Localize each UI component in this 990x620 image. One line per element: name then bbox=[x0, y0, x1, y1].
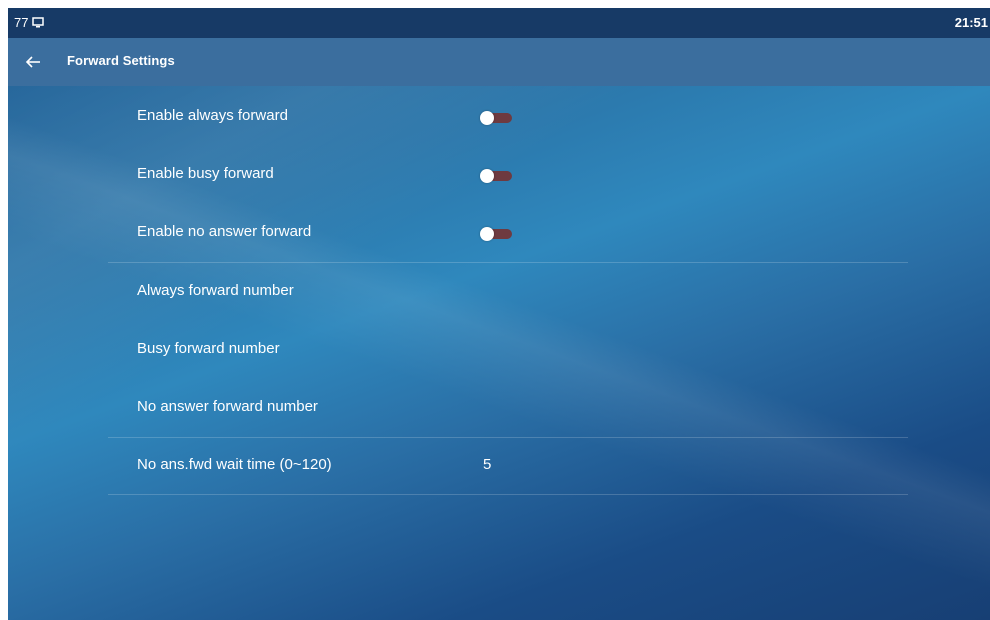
clock: 21:51 bbox=[954, 15, 988, 30]
status-bar: 77 21:51 bbox=[8, 8, 990, 38]
status-left: 77 bbox=[14, 15, 45, 30]
wait-time-value[interactable]: 5 bbox=[483, 456, 491, 473]
title-bar: Forward Settings bbox=[8, 38, 990, 86]
monitor-icon bbox=[32, 17, 45, 28]
screen: 77 21:51 Forward Settings Enable always … bbox=[8, 8, 990, 620]
always-forward-toggle[interactable] bbox=[480, 111, 512, 125]
setting-label: No answer forward number bbox=[137, 398, 318, 415]
device-frame: 77 21:51 Forward Settings Enable always … bbox=[0, 0, 990, 620]
setting-row-enable-no-answer-forward[interactable]: Enable no answer forward bbox=[108, 205, 908, 263]
setting-label: Busy forward number bbox=[137, 340, 280, 357]
busy-forward-toggle[interactable] bbox=[480, 169, 512, 183]
section-divider bbox=[108, 494, 908, 495]
setting-label: Always forward number bbox=[137, 282, 294, 299]
setting-row-enable-busy-forward[interactable]: Enable busy forward bbox=[108, 147, 908, 205]
setting-label: Enable busy forward bbox=[137, 165, 274, 182]
setting-label: No ans.fwd wait time (0~120) bbox=[137, 456, 332, 473]
back-arrow-icon[interactable] bbox=[24, 53, 42, 71]
setting-row-no-ans-fwd-wait-time[interactable]: No ans.fwd wait time (0~120) 5 bbox=[108, 438, 908, 496]
setting-label: Enable no answer forward bbox=[137, 223, 312, 240]
setting-row-always-forward-number[interactable]: Always forward number bbox=[108, 264, 908, 322]
no-answer-forward-toggle[interactable] bbox=[480, 227, 512, 241]
section-divider bbox=[108, 262, 908, 263]
toggle-thumb bbox=[480, 169, 494, 183]
toggle-thumb bbox=[480, 227, 494, 241]
setting-label: Enable always forward bbox=[137, 107, 288, 124]
toggle-thumb bbox=[480, 111, 494, 125]
status-number: 77 bbox=[14, 15, 29, 30]
setting-row-enable-always-forward[interactable]: Enable always forward bbox=[108, 89, 908, 147]
setting-row-no-answer-forward-number[interactable]: No answer forward number bbox=[108, 380, 908, 438]
setting-row-busy-forward-number[interactable]: Busy forward number bbox=[108, 322, 908, 380]
page-title: Forward Settings bbox=[67, 53, 175, 68]
